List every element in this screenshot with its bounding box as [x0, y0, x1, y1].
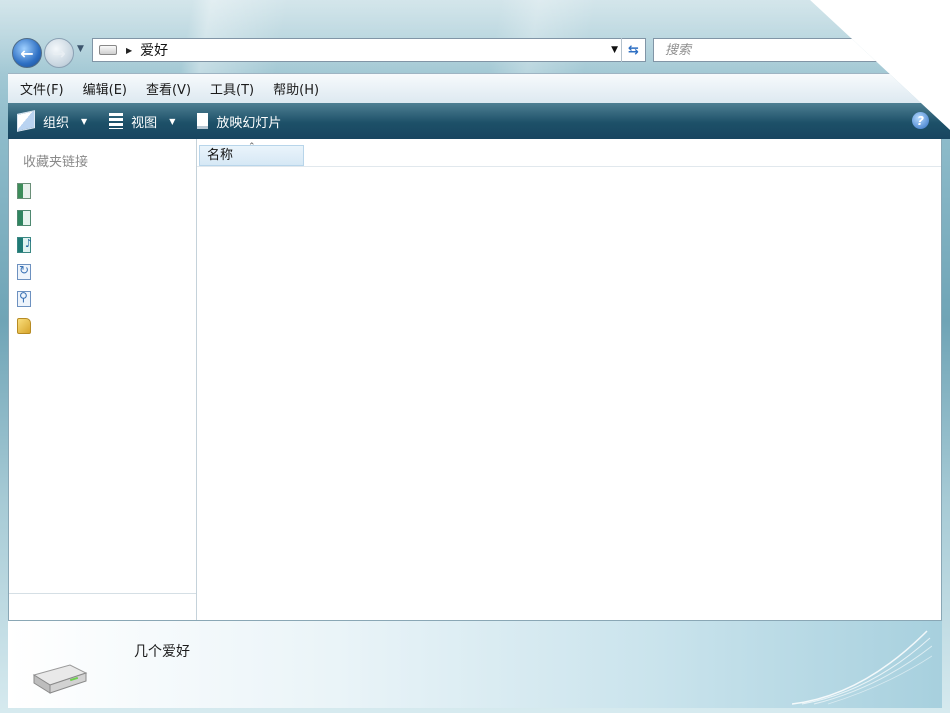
- content-area: 收藏夹链接 ⌃ 名称: [8, 139, 942, 620]
- recently-changed-icon: [17, 263, 31, 280]
- forward-button[interactable]: →: [44, 38, 74, 68]
- details-pane: 几个爱好: [8, 620, 942, 708]
- favorite-links-title: 收藏夹链接: [23, 155, 89, 170]
- views-icon: [109, 113, 124, 129]
- column-header-name-label: 名称: [207, 148, 234, 163]
- organize-icon: [17, 110, 35, 132]
- decorative-swoosh: [792, 630, 932, 705]
- breadcrumb-location[interactable]: 爱好: [140, 40, 168, 60]
- search-box[interactable]: [653, 38, 899, 62]
- menu-edit[interactable]: 编辑(E): [83, 79, 127, 98]
- file-list-pane[interactable]: ⌃ 名称: [197, 139, 941, 620]
- favorite-link-music[interactable]: [17, 237, 33, 253]
- favorite-links-list: [17, 183, 33, 345]
- back-button[interactable]: ←: [12, 38, 42, 68]
- explorer-window: ← → ▼ ▶ 爱好 ▼ ⇆ 文件(F) 编辑(E) 查看(V) 工具(T) 帮…: [0, 0, 950, 713]
- slideshow-button[interactable]: 放映幻灯片: [197, 112, 281, 131]
- favorite-link-public[interactable]: [17, 318, 33, 334]
- favorite-link-documents[interactable]: [17, 183, 33, 199]
- address-bar[interactable]: ▶ 爱好 ▼ ⇆: [92, 38, 646, 62]
- search-input[interactable]: [663, 41, 867, 59]
- views-dropdown-icon: ▼: [169, 116, 176, 126]
- searches-icon: [17, 290, 31, 307]
- organize-dropdown-icon: ▼: [81, 116, 88, 126]
- menu-tools[interactable]: 工具(T): [210, 79, 254, 98]
- recent-pages-dropdown[interactable]: ▼: [77, 44, 84, 54]
- slideshow-icon: [197, 113, 209, 129]
- documents-icon: [17, 183, 31, 199]
- public-folder-icon: [17, 318, 31, 334]
- pictures-icon: [17, 210, 31, 226]
- forward-arrow-icon: →: [52, 43, 66, 63]
- menu-file[interactable]: 文件(F): [20, 79, 64, 98]
- address-dropdown-icon[interactable]: ▼: [611, 45, 618, 55]
- drive-large-icon: [32, 664, 88, 694]
- menu-view[interactable]: 查看(V): [146, 79, 191, 98]
- views-button[interactable]: 视图 ▼: [109, 112, 187, 131]
- help-icon[interactable]: ?: [912, 112, 929, 129]
- menu-bar: 文件(F) 编辑(E) 查看(V) 工具(T) 帮助(H): [8, 73, 950, 103]
- navigation-pane: 收藏夹链接: [9, 139, 197, 620]
- organize-button[interactable]: 组织 ▼: [17, 110, 99, 132]
- details-folder-name: 几个爱好: [134, 644, 190, 660]
- refresh-button[interactable]: ⇆: [621, 38, 645, 62]
- menu-help[interactable]: 帮助(H): [273, 79, 319, 98]
- favorite-link-recently-changed[interactable]: [17, 263, 33, 280]
- views-label: 视图: [131, 115, 158, 131]
- music-icon: [17, 237, 32, 253]
- breadcrumb-chevron-icon[interactable]: ▶: [126, 46, 132, 55]
- folders-divider[interactable]: [9, 593, 196, 594]
- refresh-icon: ⇆: [628, 42, 639, 58]
- column-header-name[interactable]: ⌃ 名称: [199, 142, 304, 166]
- favorite-link-searches[interactable]: [17, 290, 33, 307]
- slideshow-label: 放映幻灯片: [216, 115, 282, 131]
- back-arrow-icon: ←: [20, 43, 34, 63]
- column-header-bar: ⌃ 名称: [197, 142, 941, 167]
- drive-icon: [99, 45, 117, 55]
- sort-ascending-icon: ⌃: [248, 142, 256, 152]
- command-toolbar: 组织 ▼ 视图 ▼ 放映幻灯片 ?: [8, 103, 950, 139]
- favorite-link-pictures[interactable]: [17, 210, 33, 226]
- organize-label: 组织: [43, 115, 70, 131]
